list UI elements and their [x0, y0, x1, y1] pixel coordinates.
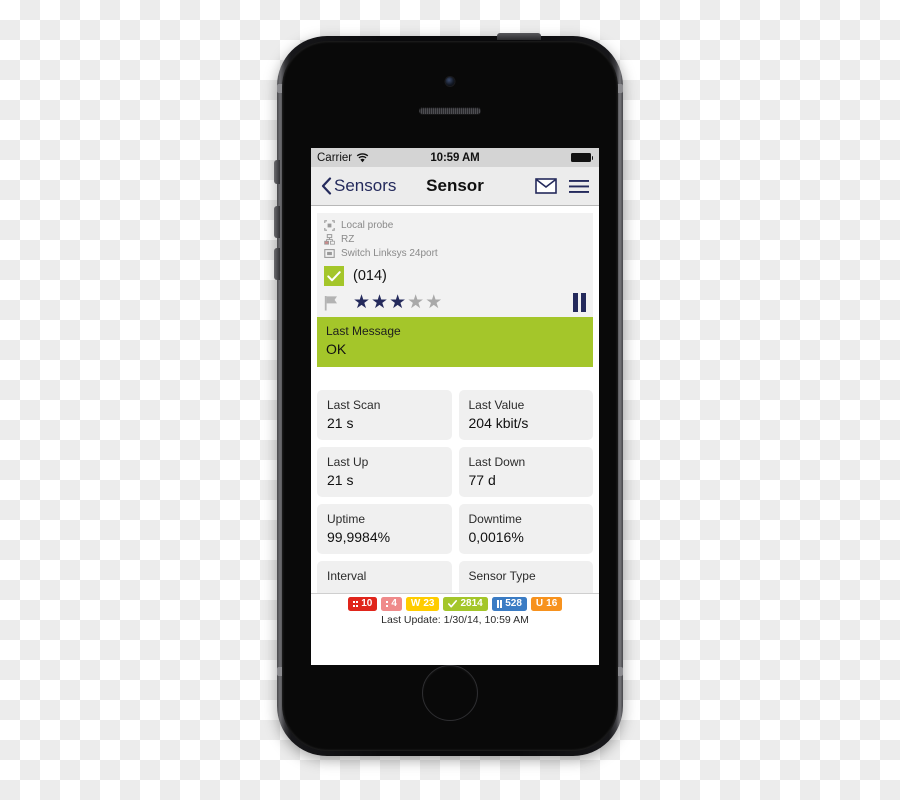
ok-check-icon: [448, 600, 458, 608]
last-update-label: Last Update: 1/30/14, 10:59 AM: [381, 614, 529, 626]
earpiece-speaker: [419, 107, 481, 114]
status-badge-ok[interactable]: 2814: [443, 597, 488, 611]
warning-icon: W: [410, 598, 421, 609]
detail-value: 99,9984%: [327, 529, 391, 545]
chevron-left-icon: [321, 177, 332, 195]
probe-icon: [324, 220, 335, 231]
detail-label: Last Value: [468, 398, 525, 412]
sensor-id-label: (014): [353, 268, 387, 284]
detail-label: Last Scan: [327, 398, 381, 412]
last-message-value: OK: [326, 341, 347, 357]
device-icon: [324, 248, 335, 259]
detail-label: Last Down: [468, 455, 526, 469]
detail-cell-downtime[interactable]: Downtime 0,0016%: [458, 504, 593, 554]
detail-cell-uptime[interactable]: Uptime 99,9984%: [317, 504, 452, 554]
sensor-details-grid: Last Scan 21 s Last Value 204 kbit/s Las…: [317, 390, 593, 610]
sensor-status-row: (014): [324, 266, 586, 286]
detail-label: Downtime: [468, 512, 522, 526]
status-bar-time: 10:59 AM: [430, 151, 480, 164]
down-sensors-icon: [352, 601, 359, 607]
phone-bezel: Carrier 10:59 AM Sensors Sensor Local pr…: [282, 41, 618, 751]
star-2[interactable]: ★: [371, 293, 388, 312]
paused-icon: [496, 600, 503, 608]
detail-label: Sensor Type: [468, 569, 536, 583]
front-camera: [445, 77, 455, 86]
status-badge-warning[interactable]: W 23: [405, 597, 440, 611]
envelope-icon[interactable]: [535, 178, 557, 194]
checkmark-icon: [324, 266, 344, 286]
breadcrumb-item-probe[interactable]: Local probe: [324, 219, 586, 232]
badge-count: 16: [546, 598, 558, 609]
last-message-label: Last Message: [326, 324, 401, 338]
ios-status-bar: Carrier 10:59 AM: [311, 148, 599, 167]
last-message-card: Last Message OK: [317, 317, 593, 367]
status-summary-bar: 10 4 W 23 2814 528 U 16 Last Update: 1/3…: [311, 593, 599, 630]
home-button[interactable]: [422, 665, 478, 721]
pause-sensor-button[interactable]: [573, 293, 586, 312]
back-button-label: Sensors: [334, 176, 397, 195]
status-badges: 10 4 W 23 2814 528 U 16: [311, 594, 599, 611]
back-button[interactable]: Sensors: [321, 176, 396, 196]
sensor-priority-row: ★ ★ ★ ★ ★: [324, 293, 586, 317]
volume-down-button[interactable]: [274, 248, 280, 280]
detail-label: Interval: [327, 569, 367, 583]
detail-label: Uptime: [327, 512, 366, 526]
star-4[interactable]: ★: [407, 293, 424, 312]
detail-value: 21 s: [327, 415, 354, 431]
detail-cell-last-scan[interactable]: Last Scan 21 s: [317, 390, 452, 440]
warning-sensors-icon: [386, 601, 389, 607]
breadcrumb-label: RZ: [341, 234, 355, 245]
detail-value: 0,0016%: [468, 529, 524, 545]
detail-value: 21 s: [327, 472, 354, 488]
mute-switch[interactable]: [274, 160, 280, 184]
status-badge-down-acknowledged[interactable]: 4: [381, 597, 402, 611]
flag-icon[interactable]: [324, 295, 339, 311]
breadcrumb-item-group[interactable]: RZ: [324, 233, 586, 246]
sensor-detail-content: Local probe RZ Switch Linksys 24port (01…: [311, 206, 599, 630]
detail-label: Last Up: [327, 455, 369, 469]
status-badge-unusual[interactable]: U 16: [530, 597, 563, 611]
badge-count: 4: [391, 598, 397, 609]
star-5[interactable]: ★: [425, 293, 442, 312]
detail-value: 77 d: [468, 472, 496, 488]
screenshot-stage: Carrier 10:59 AM Sensors Sensor Local pr…: [0, 0, 900, 800]
detail-cell-last-down[interactable]: Last Down 77 d: [458, 447, 593, 497]
power-button[interactable]: [497, 33, 541, 40]
breadcrumb-label: Local probe: [341, 220, 394, 231]
status-badge-down[interactable]: 10: [347, 597, 378, 611]
status-badge-paused[interactable]: 528: [491, 597, 527, 611]
nav-actions: [535, 178, 589, 194]
priority-stars[interactable]: ★ ★ ★ ★ ★: [353, 293, 442, 312]
sensor-header-card: Local probe RZ Switch Linksys 24port (01…: [317, 213, 593, 317]
badge-count: 2814: [460, 598, 483, 609]
phone-screen: Carrier 10:59 AM Sensors Sensor Local pr…: [311, 148, 599, 665]
detail-cell-last-value[interactable]: Last Value 204 kbit/s: [458, 390, 593, 440]
detail-cell-last-up[interactable]: Last Up 21 s: [317, 447, 452, 497]
hamburger-menu-icon[interactable]: [569, 179, 589, 194]
breadcrumb-label: Switch Linksys 24port: [341, 248, 438, 259]
star-3[interactable]: ★: [389, 293, 406, 312]
navigation-bar: Sensors Sensor: [311, 167, 599, 206]
unusual-icon: U: [535, 598, 544, 609]
volume-up-button[interactable]: [274, 206, 280, 238]
detail-value: 204 kbit/s: [468, 415, 529, 431]
badge-count: 10: [361, 598, 373, 609]
star-1[interactable]: ★: [353, 293, 370, 312]
badge-count: 23: [423, 598, 435, 609]
phone-device: Carrier 10:59 AM Sensors Sensor Local pr…: [274, 33, 623, 756]
breadcrumb-item-device[interactable]: Switch Linksys 24port: [324, 247, 586, 260]
badge-count: 528: [505, 598, 522, 609]
group-icon: [324, 234, 335, 245]
